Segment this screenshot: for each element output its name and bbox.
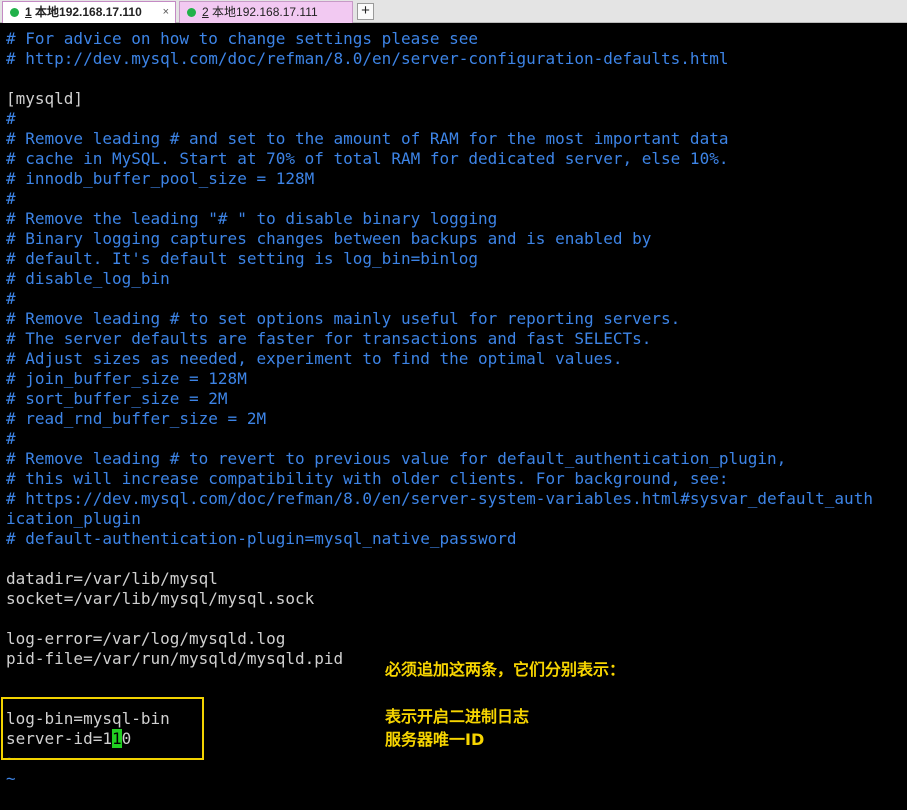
editor-line: # Remove the leading "# " to disable bin… <box>6 209 498 228</box>
tab-label: 1 本地192.168.17.110 <box>25 5 142 19</box>
editor-line: [mysqld] <box>6 89 84 108</box>
editor-line: # Remove leading # and set to the amount… <box>6 129 729 148</box>
editor-line: # The server defaults are faster for tra… <box>6 329 652 348</box>
editor-line: # Adjust sizes as needed, experiment to … <box>6 349 623 368</box>
close-tab-icon[interactable]: × <box>163 2 169 23</box>
editor-line: log-error=/var/log/mysqld.log <box>6 629 286 648</box>
editor-line: # cache in MySQL. Start at 70% of total … <box>6 149 729 168</box>
tab-bar: 1 本地192.168.17.110 × 2 本地192.168.17.111 … <box>0 0 907 23</box>
editor-line: ication_plugin <box>6 509 141 528</box>
editor-line: # <box>6 429 16 448</box>
connected-status-icon <box>10 8 19 17</box>
empty-buffer-tilde: ~ <box>6 769 16 788</box>
editor-line: # http://dev.mysql.com/doc/refman/8.0/en… <box>6 49 729 68</box>
editor-line: # default. It's default setting is log_b… <box>6 249 479 268</box>
editor-line: # innodb_buffer_pool_size = 128M <box>6 169 315 188</box>
editor-line: # sort_buffer_size = 2M <box>6 389 228 408</box>
editor-line: datadir=/var/lib/mysql <box>6 569 218 588</box>
editor-line: # disable_log_bin <box>6 269 170 288</box>
connected-status-icon <box>187 8 196 17</box>
editor-line: # For advice on how to change settings p… <box>6 29 479 48</box>
editor-line: socket=/var/lib/mysql/mysql.sock <box>6 589 315 608</box>
editor-line: # Remove leading # to set options mainly… <box>6 309 681 328</box>
tab-label: 2 本地192.168.17.111 <box>202 5 318 19</box>
editor-line: # join_buffer_size = 128M <box>6 369 247 388</box>
editor-line: # <box>6 289 16 308</box>
editor-line: # this will increase compatibility with … <box>6 469 729 488</box>
editor-line: # <box>6 109 16 128</box>
editor-line: # read_rnd_buffer_size = 2M <box>6 409 267 428</box>
editor-line: # <box>6 189 16 208</box>
highlight-box <box>1 697 204 760</box>
editor-line: # default-authentication-plugin=mysql_na… <box>6 529 517 548</box>
tab-session-2[interactable]: 2 本地192.168.17.111 <box>179 1 353 23</box>
editor-line: # Remove leading # to revert to previous… <box>6 449 787 468</box>
annotation-server-id: 服务器唯一ID <box>385 730 485 749</box>
annotation-heading: 必须追加这两条，它们分别表示： <box>385 660 626 679</box>
editor-line: # Binary logging captures changes betwee… <box>6 229 652 248</box>
editor-line: # https://dev.mysql.com/doc/refman/8.0/e… <box>6 489 873 508</box>
tab-session-1[interactable]: 1 本地192.168.17.110 × <box>2 1 176 23</box>
new-tab-button[interactable]: + <box>357 3 374 20</box>
annotation-log-bin: 表示开启二进制日志 <box>385 707 530 726</box>
